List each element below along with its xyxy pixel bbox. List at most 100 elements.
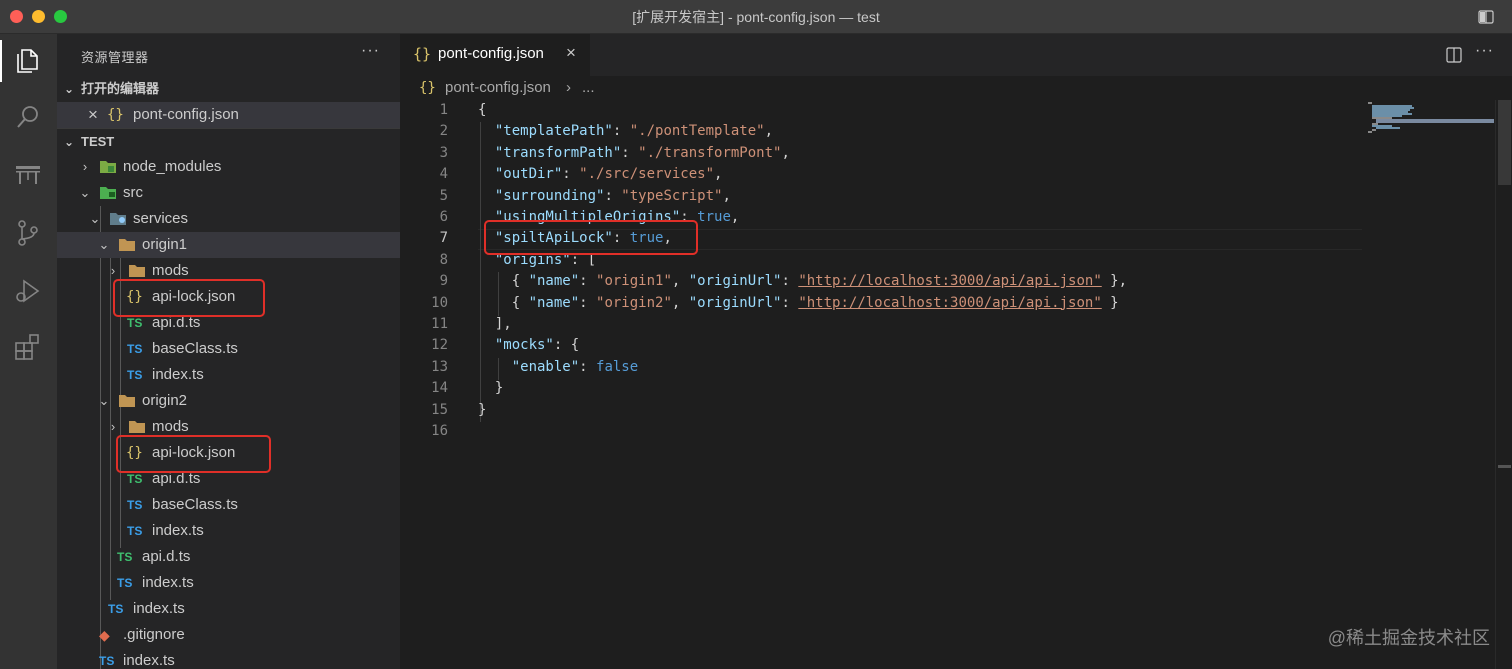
json-file-icon: {}	[419, 80, 436, 96]
sidebar-header: 资源管理器 ···	[57, 34, 400, 76]
breadcrumb-more[interactable]: ...	[582, 76, 595, 100]
chevron-down-icon: ⌄	[89, 211, 101, 226]
json-file-icon: {}	[107, 107, 124, 123]
ts-file-icon: TS	[127, 342, 143, 356]
breadcrumb-separator: ›	[566, 79, 571, 96]
code-line: "surrounding": "typeScript",	[494, 187, 731, 204]
code-token: }	[494, 380, 504, 397]
vertical-scrollbar[interactable]	[1495, 100, 1512, 669]
breadcrumb: {} pont-config.json › ...	[400, 76, 1512, 100]
code-token: "origin1"	[596, 273, 672, 290]
tab-close-icon[interactable]: ×	[566, 43, 576, 63]
tree-item-label: origin2	[142, 392, 188, 409]
tree-item-label: origin1	[142, 236, 188, 253]
code-token: "surrounding"	[494, 187, 605, 204]
code-line: "outDir": "./src/services",	[494, 166, 723, 183]
tree-item-baseclass-ts[interactable]: TS baseClass.ts	[57, 336, 400, 362]
open-editors-header[interactable]: ⌄ 打开的编辑器	[57, 76, 400, 102]
code-token: "./pontTemplate"	[629, 123, 765, 140]
line-number: 4	[439, 166, 448, 183]
code-line: ],	[478, 314, 512, 335]
code-token: "typeScript"	[621, 187, 723, 204]
tab-pont-config-json[interactable]: {} pont-config.json ×	[400, 34, 590, 76]
explorer-icon[interactable]	[13, 44, 43, 74]
tree-item-index-ts[interactable]: TS index.ts	[57, 570, 400, 596]
ts-file-icon: TS	[117, 550, 133, 564]
code-line: {	[478, 100, 486, 121]
chevron-down-icon: ⌄	[79, 185, 91, 200]
source-control-icon[interactable]	[13, 218, 43, 248]
line-number: 2	[439, 123, 448, 140]
tree-item-node-modules[interactable]: › node_modules	[57, 154, 400, 180]
ts-file-icon: TS	[108, 602, 124, 616]
json-file-icon: {}	[413, 45, 432, 63]
code-editor[interactable]: 1 2 3 4 5 6 7 8 9 10 11 12 13 14 15 16 {…	[400, 100, 1495, 669]
code-token: {	[478, 102, 487, 118]
minimap[interactable]	[1368, 100, 1495, 140]
tree-item-index-ts[interactable]: TS index.ts	[57, 648, 400, 669]
scrollbar-thumb[interactable]	[1498, 100, 1511, 185]
tab-label: pont-config.json	[438, 45, 544, 62]
tree-item-label: node_modules	[123, 158, 222, 175]
tree-item-origin2[interactable]: ⌄ origin2	[57, 388, 400, 414]
code-line: { "name": "origin1", "originUrl": "http:…	[478, 273, 1128, 290]
line-number: 11	[431, 316, 448, 332]
sidebar-more-button[interactable]: ···	[361, 42, 380, 60]
tree-item-label: baseClass.ts	[152, 496, 238, 513]
tree-item-gitignore[interactable]: ◆ .gitignore	[57, 622, 400, 648]
line-number: 14	[431, 380, 448, 397]
code-line: { "name": "origin2", "originUrl": "http:…	[478, 294, 1119, 311]
code-link[interactable]: "http://localhost:3000/api/api.json"	[798, 273, 1101, 289]
breadcrumb-file[interactable]: pont-config.json	[445, 76, 551, 100]
project-header[interactable]: ⌄ TEST	[57, 128, 400, 154]
code-token: "enable"	[511, 358, 580, 375]
close-icon[interactable]: ×	[88, 102, 98, 128]
tree-item-index-ts[interactable]: TS index.ts	[57, 518, 400, 544]
folder-icon	[119, 395, 135, 407]
search-icon[interactable]	[13, 102, 43, 132]
layout-toggle-icon[interactable]	[1478, 10, 1494, 24]
ts-file-icon: TS	[99, 654, 115, 668]
tree-item-index-ts[interactable]: TS index.ts	[57, 362, 400, 388]
ts-file-icon: TS	[127, 498, 143, 512]
folder-services-icon	[110, 213, 126, 225]
remote-explorer-icon[interactable]	[13, 160, 43, 190]
open-editor-item[interactable]: × {} pont-config.json	[57, 102, 400, 128]
code-token: "name"	[528, 294, 580, 311]
highlight-box	[484, 220, 698, 255]
code-token: "origin2"	[596, 294, 672, 311]
code-line: "enable": false	[511, 358, 639, 375]
run-debug-icon[interactable]	[13, 276, 43, 306]
extensions-icon[interactable]	[13, 332, 43, 362]
activity-bar	[0, 34, 57, 669]
chevron-down-icon: ⌄	[64, 82, 75, 96]
line-number: 12	[431, 337, 448, 354]
editor-tab-bar: {} pont-config.json × ···	[400, 34, 1512, 76]
folder-icon	[129, 421, 145, 433]
tree-item-origin1[interactable]: ⌄ origin1	[57, 232, 400, 258]
code-link[interactable]: "http://localhost:3000/api/api.json"	[798, 295, 1101, 311]
tree-item-label: .gitignore	[123, 626, 185, 643]
code-token: "outDir"	[494, 166, 563, 183]
tree-item-label: index.ts	[133, 600, 185, 617]
line-number: 8	[439, 251, 448, 268]
ts-file-icon: TS	[117, 576, 133, 590]
line-number: 13	[431, 358, 448, 375]
folder-icon	[129, 265, 145, 277]
tree-item-services[interactable]: ⌄ services	[57, 206, 400, 232]
chevron-right-icon: ›	[82, 159, 88, 174]
scrollbar-marker	[1498, 465, 1511, 468]
line-number: 15	[431, 401, 448, 418]
code-token: "./src/services"	[579, 166, 715, 183]
tree-item-index-ts[interactable]: TS index.ts	[57, 596, 400, 622]
editor-more-button[interactable]: ···	[1475, 42, 1494, 60]
tree-item-api-d-ts[interactable]: TS api.d.ts	[57, 544, 400, 570]
code-token: "name"	[528, 273, 580, 290]
tree-item-label: api.d.ts	[142, 548, 191, 565]
tree-item-baseclass-ts[interactable]: TS baseClass.ts	[57, 492, 400, 518]
explorer-sidebar: 资源管理器 ··· ⌄ 打开的编辑器 × {} pont-config.json…	[57, 34, 400, 669]
tree-item-src[interactable]: ⌄ src	[57, 180, 400, 206]
split-editor-icon[interactable]	[1446, 47, 1462, 63]
line-number: 6	[439, 209, 448, 225]
folder-node-icon	[100, 161, 116, 173]
